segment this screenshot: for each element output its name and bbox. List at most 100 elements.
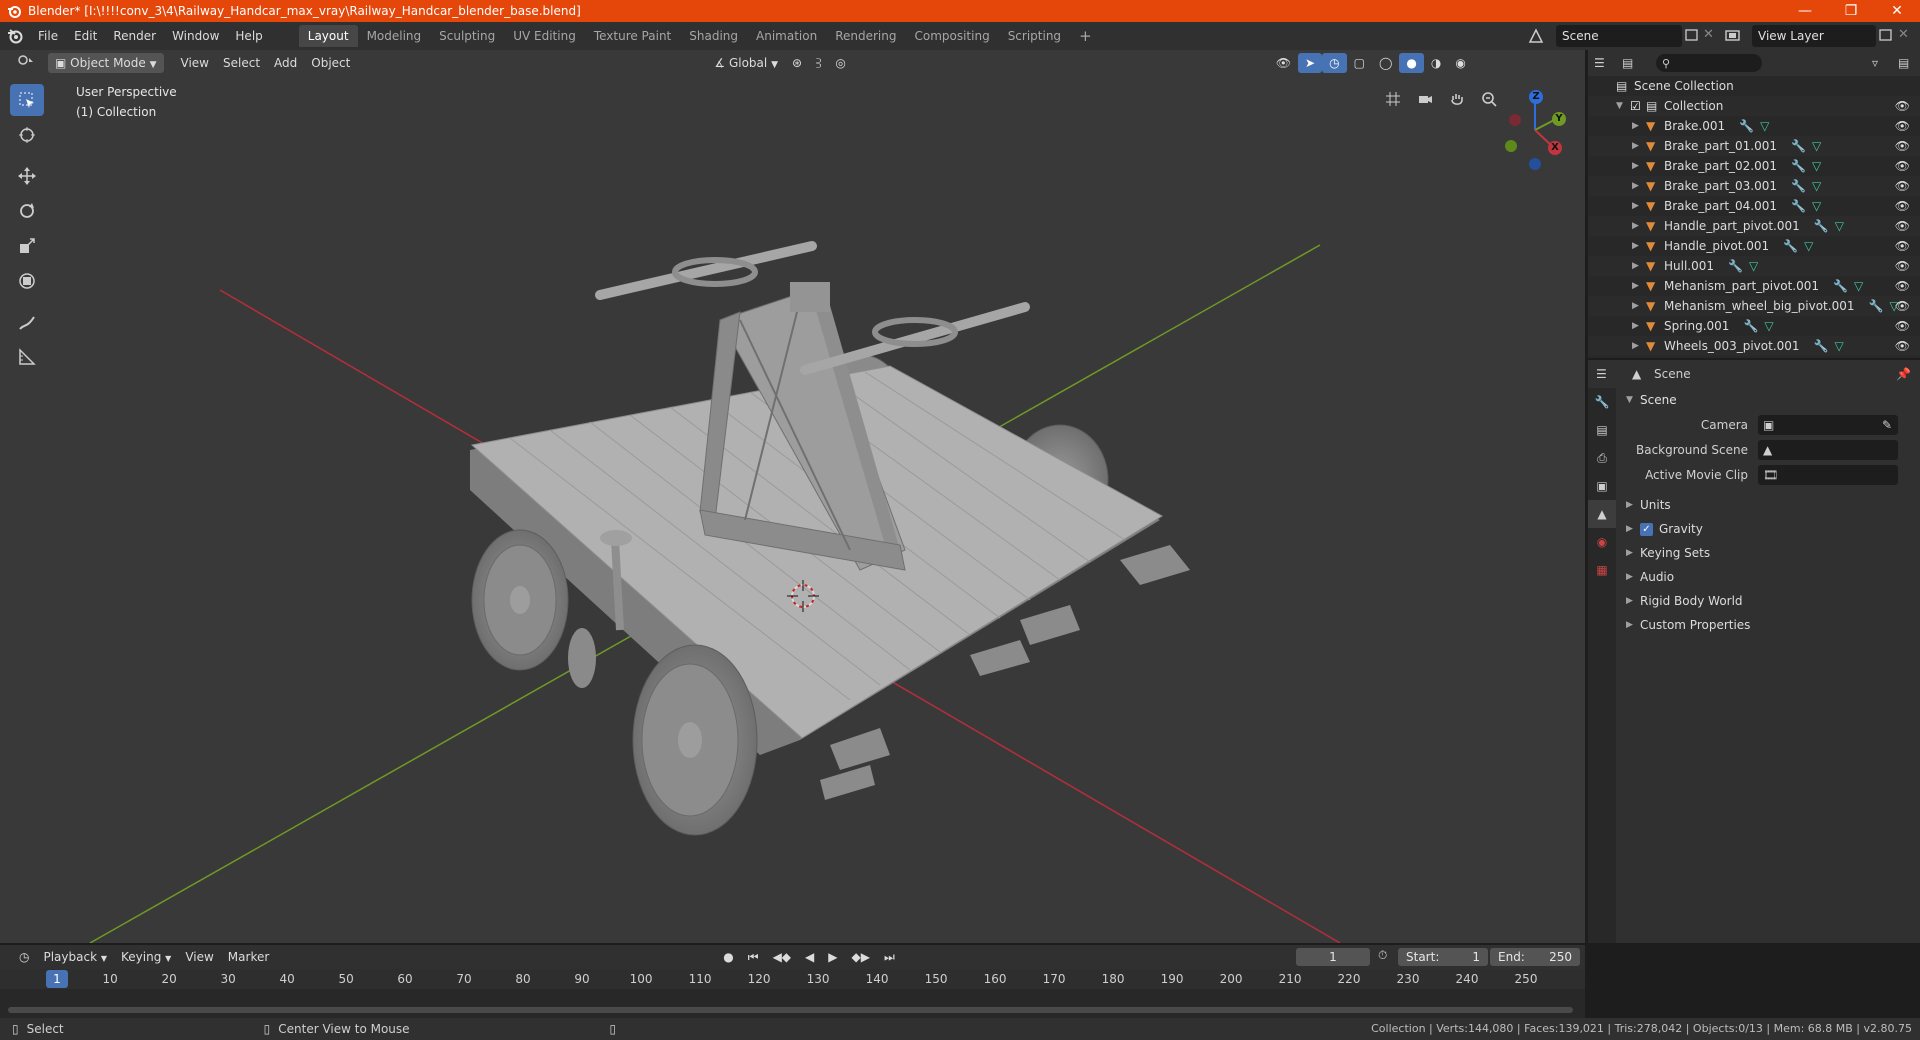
ortho-toggle-icon[interactable] <box>1380 86 1406 112</box>
mesh-data-icon[interactable]: ▽ <box>1760 119 1769 133</box>
background-scene-field[interactable]: ▲ <box>1758 439 1898 460</box>
menu-window[interactable]: Window <box>164 25 227 47</box>
delete-view-layer-icon[interactable]: ✕ <box>1898 27 1909 42</box>
current-frame-field[interactable]: 1 <box>1296 948 1370 966</box>
outliner-item[interactable]: ▶ ▼ Brake_part_02.001 🔧 ▽ 👁 <box>1588 156 1920 176</box>
eye-icon[interactable]: 👁 <box>1895 279 1910 293</box>
modifier-wrench-icon[interactable]: 🔧 <box>1739 119 1754 133</box>
new-view-layer-icon[interactable] <box>1878 27 1894 46</box>
gizmo-z-label[interactable]: Z <box>1529 90 1543 104</box>
tab-rendering[interactable]: Rendering <box>826 25 905 47</box>
view-layer-tab-icon[interactable]: ▣ <box>1588 472 1616 500</box>
keying-sets-section[interactable]: ▶ Keying Sets <box>1618 541 1920 565</box>
expand-triangle-icon[interactable]: ▶ <box>1632 281 1642 291</box>
tab-layout[interactable]: Layout <box>298 25 358 47</box>
camera-field[interactable]: ▣ ✎ <box>1758 414 1898 435</box>
modifier-wrench-icon[interactable]: 🔧 <box>1791 199 1806 213</box>
modifier-wrench-icon[interactable]: 🔧 <box>1814 219 1829 233</box>
annotate-tool-icon[interactable] <box>10 306 44 338</box>
tool-tab-icon[interactable]: 🔧 <box>1588 388 1616 416</box>
tab-scripting[interactable]: Scripting <box>999 25 1070 47</box>
eye-icon[interactable]: 👁 <box>1895 299 1910 313</box>
rendered-shading-icon[interactable]: ◉ <box>1448 53 1472 73</box>
tab-animation[interactable]: Animation <box>747 25 826 47</box>
record-icon[interactable]: ● <box>716 947 740 967</box>
scene-name-field[interactable]: Scene <box>1556 25 1682 47</box>
outliner-item[interactable]: ▶ ▼ Handle_pivot.001 🔧 ▽ 👁 <box>1588 236 1920 256</box>
scene-section-header[interactable]: ▼ Scene <box>1618 388 1920 412</box>
menu-render[interactable]: Render <box>105 25 164 47</box>
expand-triangle-icon[interactable]: ▶ <box>1632 161 1642 171</box>
zoom-icon[interactable] <box>1476 86 1502 112</box>
expand-triangle-icon[interactable]: ▶ <box>1632 141 1642 151</box>
rotate-tool-icon[interactable] <box>10 195 44 227</box>
modifier-wrench-icon[interactable]: 🔧 <box>1743 319 1758 333</box>
scene-selector-icon[interactable] <box>1527 27 1545 48</box>
gravity-section[interactable]: ▶ ✓ Gravity <box>1618 517 1920 541</box>
outliner-item[interactable]: ▶ ▼ Hull.001 🔧 ▽ 👁 <box>1588 256 1920 276</box>
outliner-item[interactable]: ▶ ▼ Wheels_003_pivot.001 🔧 ▽ 👁 <box>1588 336 1920 356</box>
eye-icon[interactable]: 👁 <box>1895 139 1910 153</box>
menu-select[interactable]: Select <box>216 53 267 73</box>
audio-section[interactable]: ▶ Audio <box>1618 565 1920 589</box>
gizmo-toggle-icon[interactable]: ➤ <box>1298 53 1323 73</box>
proportional-edit-icon[interactable]: ◎ <box>828 53 852 73</box>
eye-icon[interactable]: 👁 <box>1895 119 1910 133</box>
transform-orientation-dropdown[interactable]: ∡ Global ▼ <box>707 53 785 73</box>
tab-modeling[interactable]: Modeling <box>358 25 431 47</box>
overlay-toggle-icon[interactable]: ◷ <box>1322 53 1347 73</box>
menu-file[interactable]: File <box>30 25 66 47</box>
timeline-editor-icon[interactable]: ◷ <box>12 947 36 967</box>
eye-icon[interactable]: 👁 <box>1895 159 1910 173</box>
stopwatch-icon[interactable]: ⏱ <box>1378 948 1387 963</box>
tab-shading[interactable]: Shading <box>680 25 747 47</box>
mesh-data-icon[interactable]: ▽ <box>1764 319 1773 333</box>
rigid-body-world-section[interactable]: ▶ Rigid Body World <box>1618 589 1920 613</box>
mesh-data-icon[interactable]: ▽ <box>1812 199 1821 213</box>
mesh-data-icon[interactable]: ▽ <box>1749 259 1758 273</box>
outliner-search-field[interactable]: ⚲ <box>1656 54 1762 72</box>
outliner-item[interactable]: ▶ ▼ Brake_part_04.001 🔧 ▽ 👁 <box>1588 196 1920 216</box>
start-frame-field[interactable]: Start: 1 <box>1398 948 1488 966</box>
outliner-item[interactable]: ▶ ▼ Handle_part_pivot.001 🔧 ▽ 👁 <box>1588 216 1920 236</box>
expand-triangle-icon[interactable]: ▶ <box>1632 201 1642 211</box>
mesh-data-icon[interactable]: ▽ <box>1812 139 1821 153</box>
play-reverse-icon[interactable]: ◀ <box>798 947 821 967</box>
texture-tab-icon[interactable]: ▦ <box>1588 556 1616 584</box>
blender-menu-icon[interactable] <box>0 28 30 44</box>
scene-tab-icon[interactable]: ▲ <box>1588 500 1616 528</box>
menu-add[interactable]: Add <box>267 53 304 73</box>
gizmo-x-label[interactable]: X <box>1548 141 1562 155</box>
gravity-checkbox[interactable]: ✓ <box>1640 522 1653 536</box>
mode-dropdown[interactable]: ▣ Object Mode ▼ <box>48 53 164 73</box>
editor-type-icon[interactable] <box>10 53 42 73</box>
prev-keyframe-icon[interactable]: ◀◆ <box>766 947 798 967</box>
display-mode-icon[interactable]: ▤ <box>1622 56 1656 70</box>
restore-icon[interactable]: ❐ <box>1828 0 1874 22</box>
mesh-data-icon[interactable]: ▽ <box>1804 239 1813 253</box>
pan-hand-icon[interactable] <box>1444 86 1470 112</box>
custom-properties-section[interactable]: ▶ Custom Properties <box>1618 613 1920 637</box>
eye-icon[interactable]: 👁 <box>1895 239 1910 253</box>
expand-triangle-icon[interactable]: ▶ <box>1632 221 1642 231</box>
properties-editor-icon[interactable]: ☰ <box>1588 367 1618 381</box>
xray-icon[interactable]: ▢ <box>1347 53 1372 73</box>
expand-triangle-icon[interactable]: ▶ <box>1632 241 1642 251</box>
pin-icon[interactable]: 📌 <box>1896 367 1920 381</box>
expand-triangle-icon[interactable]: ▶ <box>1632 181 1642 191</box>
eye-icon[interactable]: 👁 <box>1895 339 1910 353</box>
menu-object[interactable]: Object <box>304 53 357 73</box>
new-collection-icon[interactable]: ▤ <box>1898 56 1920 70</box>
modifier-wrench-icon[interactable]: 🔧 <box>1791 139 1806 153</box>
menu-keying[interactable]: Keying ▼ <box>114 947 178 967</box>
gizmo-y-label[interactable]: Y <box>1552 112 1566 126</box>
minimize-icon[interactable]: — <box>1782 0 1828 22</box>
solid-shading-icon[interactable]: ● <box>1399 53 1424 73</box>
cursor-tool-icon[interactable] <box>10 119 44 151</box>
expand-triangle-icon[interactable]: ▶ <box>1632 321 1642 331</box>
tab-uv-editing[interactable]: UV Editing <box>504 25 585 47</box>
modifier-wrench-icon[interactable]: 🔧 <box>1868 299 1883 313</box>
eye-icon[interactable]: 👁 <box>1895 179 1910 193</box>
expand-triangle-icon[interactable]: ▶ <box>1632 261 1642 271</box>
tab-sculpting[interactable]: Sculpting <box>430 25 504 47</box>
